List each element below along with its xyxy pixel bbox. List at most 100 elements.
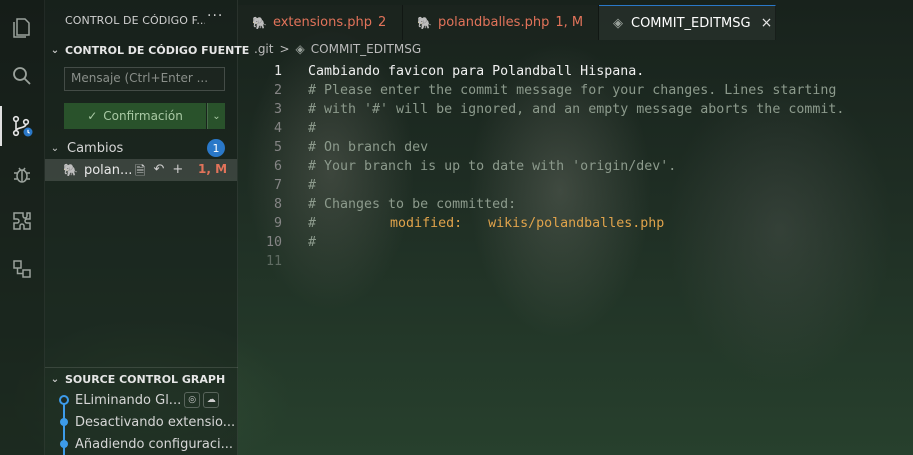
line-text: # <box>308 121 317 136</box>
modified-path: wikis/polandballes.php <box>488 216 665 231</box>
changes-label: Cambios <box>67 140 124 156</box>
section-source-control[interactable]: ⌄ CONTROL DE CÓDIGO FUENTE <box>49 44 250 57</box>
graph-commit-label: Añadiendo configuraci... <box>75 436 234 452</box>
editor-line: 2 # Please enter the commit message for … <box>238 81 913 100</box>
chevron-down-icon: ⌄ <box>50 374 60 385</box>
check-icon: ✓ <box>87 109 98 123</box>
more-actions-icon[interactable]: ··· <box>207 8 223 24</box>
changed-file-item[interactable]: 🐘 polan... 🗎 ↶ + 1, M <box>45 159 237 181</box>
editor-line: 10 # <box>238 233 913 252</box>
editor-line: 3 # with '#' will be ignored, and an emp… <box>238 100 913 119</box>
changed-file-name: polan... <box>83 162 133 178</box>
remote-explorer-icon[interactable] <box>8 255 36 283</box>
line-text: # with '#' will be ignored, and an empty… <box>308 102 845 117</box>
editor-line: 9 # modified: wikis/polandballes.php <box>238 214 913 233</box>
graph-commit-item[interactable]: Añadiendo configuraci... <box>45 434 238 454</box>
commit-message-input[interactable]: Mensaje (Ctrl+Enter ... <box>64 67 225 91</box>
php-file-icon: 🐘 <box>63 163 78 177</box>
source-control-icon[interactable] <box>8 112 36 140</box>
breadcrumb-folder[interactable]: .git <box>254 42 273 56</box>
tab-status: 2 <box>377 15 387 30</box>
line-text: # On branch dev <box>308 140 429 155</box>
editor-line: 5 # On branch dev <box>238 138 913 157</box>
git-file-icon: ◈ <box>613 15 623 31</box>
line-text: # <box>308 178 317 193</box>
line-number: 4 <box>273 121 282 136</box>
chevron-down-icon: ⌄ <box>50 45 60 56</box>
tab-label: extensions.php <box>272 15 372 30</box>
close-icon[interactable]: × <box>761 15 773 31</box>
line-number: 7 <box>273 178 282 193</box>
php-file-icon: 🐘 <box>252 15 267 30</box>
line-number: 5 <box>273 140 282 155</box>
graph-title: SOURCE CONTROL GRAPH <box>65 373 226 386</box>
editor-line: 6 # Your branch is up to date with 'orig… <box>238 157 913 176</box>
line-number: 8 <box>273 197 282 212</box>
tab-label: polandballes.php <box>437 15 550 30</box>
source-control-sidebar: CONTROL DE CÓDIGO F... ··· ⌄ CONTROL DE … <box>45 0 249 455</box>
graph-commit-item[interactable]: ELiminando Gl... ◎ ☁ <box>45 390 238 410</box>
search-icon[interactable] <box>8 62 36 90</box>
breadcrumb: .git > ◈ COMMIT_EDITMSG <box>254 42 421 56</box>
tab-extensions-php[interactable]: 🐘 extensions.php 2 <box>238 5 403 40</box>
chevron-right-icon: > <box>279 42 290 56</box>
cloud-icon[interactable]: ☁ <box>203 392 220 408</box>
file-actions: 🗎 ↶ + <box>135 162 183 184</box>
line-number: 3 <box>273 102 282 117</box>
open-file-icon[interactable]: 🗎 <box>135 162 145 184</box>
line-text: # Your branch is up to date with 'origin… <box>308 159 677 174</box>
active-indicator <box>0 106 2 146</box>
tab-commit-editmsg[interactable]: ◈ COMMIT_EDITMSG × <box>599 5 776 40</box>
line-number: 10 <box>265 235 282 250</box>
modified-label: modified: <box>390 216 463 231</box>
breadcrumb-file[interactable]: COMMIT_EDITMSG <box>311 42 421 56</box>
line-number: 9 <box>273 216 282 231</box>
git-file-icon: ◈ <box>295 42 305 56</box>
sidebar-header: CONTROL DE CÓDIGO F... <box>65 14 205 27</box>
extensions-icon[interactable] <box>8 207 36 235</box>
target-icon[interactable]: ◎ <box>184 392 201 408</box>
line-number: 6 <box>273 159 282 174</box>
editor-line: 1 Cambiando favicon para Polandball Hisp… <box>238 62 913 81</box>
line-text: # <box>308 235 317 250</box>
editor-tabs: 🐘 extensions.php 2 🐘 polandballes.php 1,… <box>238 5 913 40</box>
editor-line: 11 <box>238 252 913 271</box>
graph-commit-label: Desactivando extensio... <box>75 414 236 430</box>
discard-changes-icon[interactable]: ↶ <box>153 162 164 184</box>
line-text: # Please enter the commit message for yo… <box>308 83 837 98</box>
commit-button-label: Confirmación <box>103 109 183 123</box>
activity-bar <box>0 0 45 455</box>
editor-line: 7 # <box>238 176 913 195</box>
editor-line: 4 # <box>238 119 913 138</box>
code-editor[interactable]: 1 Cambiando favicon para Polandball Hisp… <box>238 60 913 455</box>
graph-commit-label: ELiminando Gl... <box>75 392 182 408</box>
graph-node <box>60 440 68 448</box>
changes-count-badge: 1 <box>207 139 225 157</box>
explorer-icon[interactable] <box>8 14 36 42</box>
line-text: # modified: wikis/polandballes.php <box>308 216 664 231</box>
chevron-down-icon: ⌄ <box>212 110 221 122</box>
php-file-icon: 🐘 <box>417 15 432 30</box>
line-text: # Changes to be committed: <box>308 197 517 212</box>
stage-changes-icon[interactable]: + <box>172 162 183 184</box>
comment-prefix: # <box>308 216 373 231</box>
line-number: 1 <box>273 64 282 79</box>
section-source-control-graph[interactable]: ⌄ SOURCE CONTROL GRAPH <box>49 373 225 386</box>
commit-dropdown-button[interactable]: ⌄ <box>207 103 225 129</box>
line-number: 11 <box>265 254 282 269</box>
divider <box>45 367 238 368</box>
graph-node <box>59 395 69 405</box>
file-status: 1, M <box>198 162 228 176</box>
chevron-down-icon: ⌄ <box>50 142 60 154</box>
tab-status: 1, M <box>555 15 584 30</box>
commit-button[interactable]: ✓ Confirmación <box>64 103 206 129</box>
tab-polandballes-php[interactable]: 🐘 polandballes.php 1, M <box>403 5 599 40</box>
line-number: 2 <box>273 83 282 98</box>
section-title: CONTROL DE CÓDIGO FUENTE <box>65 44 250 57</box>
editor-line: 8 # Changes to be committed: <box>238 195 913 214</box>
line-text: Cambiando favicon para Polandball Hispan… <box>308 64 645 79</box>
graph-node <box>60 418 68 426</box>
debug-icon[interactable] <box>8 160 36 188</box>
tab-label: COMMIT_EDITMSG <box>631 15 751 31</box>
graph-commit-item[interactable]: Desactivando extensio... <box>45 412 238 432</box>
